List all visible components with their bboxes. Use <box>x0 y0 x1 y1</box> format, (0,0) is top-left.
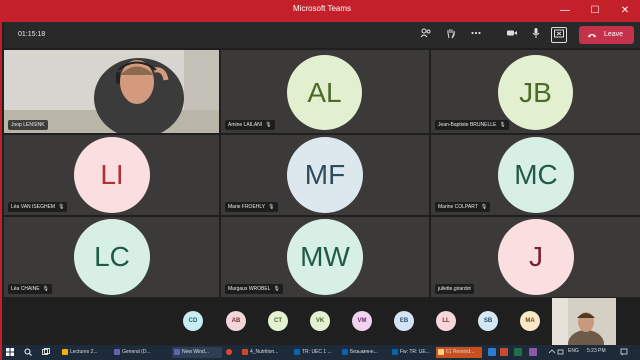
avatar: LI <box>74 137 150 213</box>
participant-name: Marie FROEHLY 🎙︎ <box>225 202 278 212</box>
avatar: MF <box>287 137 363 213</box>
participant-name: Léa CHAINE 🎙︎ <box>8 284 52 294</box>
leave-label: Leave <box>604 31 624 38</box>
self-view-video[interactable] <box>552 298 616 345</box>
taskbar-item-alert[interactable]: 61 Remind... <box>436 347 482 358</box>
mic-off-icon: 🎙︎ <box>58 204 65 210</box>
taskbar-item[interactable]: Lectures 2... <box>60 347 110 358</box>
share-screen-icon[interactable] <box>551 27 567 43</box>
raise-hand-icon[interactable] <box>443 27 459 43</box>
leave-button[interactable]: Leave <box>579 26 634 44</box>
more-actions-icon[interactable] <box>468 27 484 43</box>
title-bar: Microsoft Teams — ☐ ✕ <box>2 0 640 22</box>
language-indicator[interactable]: ENG <box>568 348 579 354</box>
overflow-avatar[interactable]: SB <box>478 311 498 331</box>
windows-start-icon[interactable] <box>6 348 14 358</box>
avatar: AL <box>287 55 362 130</box>
taskbar-item[interactable]: TR: UEC 1 ... <box>292 347 338 358</box>
overflow-avatar[interactable]: VM <box>352 311 372 331</box>
avatar: MW <box>287 219 363 295</box>
camera-icon[interactable] <box>504 27 520 43</box>
task-view-icon[interactable] <box>42 348 50 358</box>
participant-tile[interactable]: JB Jean-Baptiste BRUNELLE 🎙︎ <box>431 50 640 133</box>
powerpoint-icon <box>242 349 248 355</box>
avatar: J <box>498 219 574 295</box>
participant-name: Léa VAN ISEGHEM 🎙︎ <box>8 202 68 212</box>
participant-name: Joop LENSINK <box>8 120 48 130</box>
notification-icon[interactable] <box>620 348 628 358</box>
search-icon[interactable] <box>24 348 32 358</box>
overflow-avatar[interactable]: VK <box>310 311 330 331</box>
minimize-button[interactable]: — <box>550 0 580 22</box>
overflow-participants-strip: CD AB CT VK VM EB LL SB MA <box>4 298 640 345</box>
clock[interactable]: 5:23 PM <box>587 348 606 354</box>
overflow-avatar[interactable]: LL <box>436 311 456 331</box>
outlook-icon <box>342 349 348 355</box>
participant-tile[interactable]: LI Léa VAN ISEGHEM 🎙︎ <box>4 135 219 215</box>
maximize-button[interactable]: ☐ <box>580 0 610 22</box>
avatar: MC <box>498 137 574 213</box>
taskbar-item[interactable]: 4_Nutrition... <box>240 347 290 358</box>
participant-name: Amine LAILANI 🎙︎ <box>225 120 275 130</box>
participant-tile[interactable]: J juliette.girardot <box>431 217 640 297</box>
video-grid: Joop LENSINK AL Amine LAILANI 🎙︎ JB Jean-… <box>4 48 640 298</box>
app-icon[interactable] <box>529 348 537 358</box>
avatar: LC <box>74 219 150 295</box>
close-button[interactable]: ✕ <box>610 0 640 22</box>
overflow-avatar[interactable]: CD <box>183 311 203 331</box>
taskbar-item-active[interactable]: New Wind... <box>172 347 222 358</box>
mic-off-icon: 🎙︎ <box>268 204 275 210</box>
mic-icon[interactable] <box>528 27 544 43</box>
windows-taskbar: Lectures 2... General (D... New Wind... … <box>2 345 640 360</box>
taskbar-item[interactable] <box>224 347 238 358</box>
browser-icon <box>226 349 232 355</box>
teams-window: Microsoft Teams — ☐ ✕ 01:15:18 Leave Joo… <box>0 0 640 360</box>
taskbar-item[interactable]: Fw: TR: UE... <box>390 347 434 358</box>
overflow-avatar[interactable]: EB <box>394 311 414 331</box>
taskbar-item[interactable]: General (D... <box>112 347 170 358</box>
participant-tile-video[interactable]: Joop LENSINK <box>4 50 219 133</box>
participants-icon[interactable] <box>418 27 434 43</box>
participant-tile[interactable]: MW Margaux WROBEL 🎙︎ <box>221 217 429 297</box>
app-icon[interactable] <box>488 348 496 358</box>
mic-off-icon: 🎙︎ <box>480 204 488 210</box>
mic-off-icon: 🎙︎ <box>499 122 506 128</box>
overflow-avatar[interactable]: AB <box>226 311 246 331</box>
participant-tile[interactable]: MC Marine COLPART 🎙︎ <box>431 135 640 215</box>
participant-tile[interactable]: AL Amine LAILANI 🎙︎ <box>221 50 429 133</box>
mic-off-icon: 🎙︎ <box>265 122 272 128</box>
avatar: JB <box>498 55 573 130</box>
folder-icon <box>62 349 68 355</box>
mic-off-icon: 🎙︎ <box>273 286 280 292</box>
system-tray-icons[interactable] <box>548 348 564 358</box>
phone-hangup-icon <box>587 26 597 47</box>
excel-icon[interactable] <box>514 348 522 358</box>
app-icon[interactable] <box>500 348 508 358</box>
overflow-avatar[interactable]: MA <box>520 311 540 331</box>
window-title: Microsoft Teams <box>292 4 352 13</box>
participant-tile[interactable]: LC Léa CHAINE 🎙︎ <box>4 217 219 297</box>
meeting-toolbar: 01:15:18 Leave <box>4 22 640 48</box>
mic-off-icon: 🎙︎ <box>42 286 49 292</box>
teams-icon <box>114 349 120 355</box>
participant-name: Margaux WROBEL 🎙︎ <box>225 284 283 294</box>
taskbar-item[interactable]: Безымянн... <box>340 347 388 358</box>
outlook-icon <box>392 349 398 355</box>
participant-name: Marine COLPART 🎙︎ <box>435 202 491 212</box>
meeting-timer: 01:15:18 <box>18 31 46 38</box>
teams-icon <box>174 349 180 355</box>
participant-name: juliette.girardot <box>435 284 474 294</box>
overflow-avatar[interactable]: CT <box>268 311 288 331</box>
participant-tile[interactable]: MF Marie FROEHLY 🎙︎ <box>221 135 429 215</box>
participant-name: Jean-Baptiste BRUNELLE 🎙︎ <box>435 120 509 130</box>
reminder-icon <box>438 349 444 355</box>
self-view-image <box>552 298 616 345</box>
outlook-icon <box>294 349 300 355</box>
